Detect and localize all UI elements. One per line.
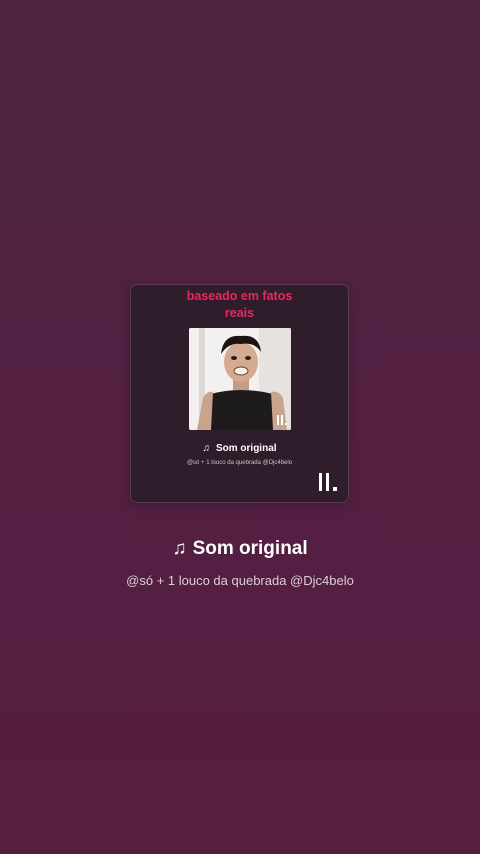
tiktok-bars-small-icon bbox=[277, 415, 287, 425]
music-note-icon: ♫ bbox=[202, 443, 210, 454]
card-sound-title: ♫ Som original bbox=[202, 443, 277, 454]
music-note-icon: ♫ bbox=[172, 538, 187, 559]
sound-author-credit[interactable]: @só + 1 louco da quebrada @Djc4belo bbox=[0, 573, 480, 588]
cover-thumbnail bbox=[189, 328, 291, 430]
tiktok-bars-logo-icon bbox=[319, 473, 337, 491]
sound-cover-card[interactable]: baseado em fatos reais ♫ Som original @s… bbox=[130, 284, 349, 503]
overlay-caption: baseado em fatos reais bbox=[186, 289, 293, 320]
sound-title: ♫ Som original bbox=[172, 538, 308, 559]
card-sound-subtitle: @só + 1 louco da quebrada @Djc4belo bbox=[186, 460, 293, 466]
